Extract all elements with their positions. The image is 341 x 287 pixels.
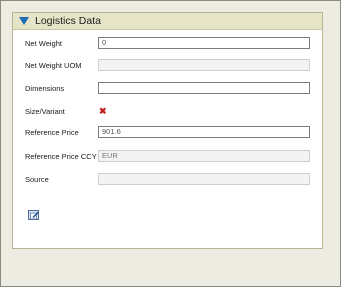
collapse-triangle-icon[interactable] <box>19 17 29 25</box>
reference-price-label: Reference Price <box>25 128 79 137</box>
form-row-net-weight: Net Weight 0 <box>13 37 322 51</box>
logistics-data-panel: Logistics Data Net Weight 0 Net Weight U… <box>12 12 323 249</box>
form-row-dimensions: Dimensions <box>13 82 322 96</box>
panel-header[interactable]: Logistics Data <box>13 13 322 30</box>
form-row-reference-price: Reference Price 901.6 <box>13 126 322 140</box>
net-weight-uom-label: Net Weight UOM <box>25 61 82 70</box>
dimensions-label: Dimensions <box>25 84 65 93</box>
net-weight-input[interactable]: 0 <box>98 37 310 49</box>
net-weight-uom-field <box>98 59 310 71</box>
source-label: Source <box>25 175 49 184</box>
reference-price-ccy-field: EUR <box>98 150 310 162</box>
net-weight-label: Net Weight <box>25 39 62 48</box>
red-x-icon: ✖ <box>99 106 107 116</box>
dimensions-input[interactable] <box>98 82 310 94</box>
edit-icon <box>30 211 39 220</box>
edit-button[interactable] <box>28 210 39 220</box>
form-row-reference-price-ccy: Reference Price CCY EUR <box>13 150 322 164</box>
size-variant-label: Size/Variant <box>25 107 65 116</box>
form-row-net-weight-uom: Net Weight UOM <box>13 59 322 73</box>
reference-price-ccy-label: Reference Price CCY <box>25 152 97 161</box>
reference-price-input[interactable]: 901.6 <box>98 126 310 138</box>
source-field <box>98 173 310 185</box>
form-row-size-variant: Size/Variant ✖ <box>13 105 322 119</box>
form-row-source: Source <box>13 173 322 187</box>
panel-title: Logistics Data <box>35 15 101 27</box>
window-frame: Logistics Data Net Weight 0 Net Weight U… <box>0 0 341 287</box>
